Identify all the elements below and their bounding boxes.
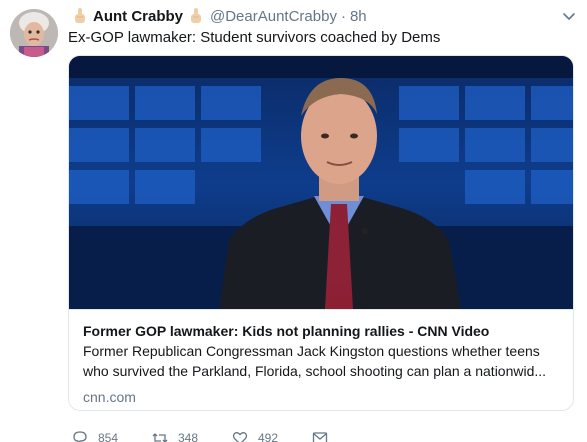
card-title[interactable]: Former GOP lawmaker: Kids not planning r… — [83, 321, 559, 341]
card-description-line-2: who survived the Parkland, Florida, scho… — [83, 363, 547, 379]
tweet-header: Aunt Crabby @DearAuntCrabby · 8h — [68, 6, 367, 26]
retweet-icon — [152, 433, 168, 442]
user-handle[interactable]: @DearAuntCrabby — [210, 8, 337, 25]
card-body[interactable]: Former GOP lawmaker: Kids not planning r… — [69, 309, 573, 410]
tweet-text: Ex-GOP lawmaker: Student survivors coach… — [68, 29, 441, 46]
tweet[interactable]: Aunt Crabby @DearAuntCrabby · 8h Ex-GOP … — [0, 0, 587, 442]
avatar-image — [10, 9, 58, 57]
card-domain[interactable]: cnn.com — [83, 387, 559, 407]
separator-dot: · — [340, 7, 346, 25]
like-count: 492 — [258, 431, 279, 442]
retweet-count: 348 — [178, 431, 199, 442]
caret-down-icon[interactable] — [561, 8, 577, 24]
card-description-line-1: Former Republican Congressman Jack Kings… — [83, 343, 540, 359]
card-image — [69, 56, 573, 309]
reply-count: 854 — [98, 431, 119, 442]
reply-button[interactable]: 854 — [72, 430, 152, 442]
like-button[interactable]: 492 — [232, 430, 312, 442]
link-card[interactable]: Former GOP lawmaker: Kids not planning r… — [68, 55, 574, 411]
avatar[interactable] — [10, 9, 58, 57]
middle-finger-emoji-icon — [188, 7, 204, 25]
reply-icon — [73, 431, 87, 442]
message-button[interactable] — [312, 430, 392, 442]
tweet-actions: 854 348 492 — [72, 430, 392, 442]
message-icon — [312, 432, 328, 442]
display-name[interactable]: Aunt Crabby — [93, 8, 183, 25]
like-icon — [232, 432, 248, 442]
retweet-button[interactable]: 348 — [152, 430, 232, 442]
middle-finger-emoji-icon — [72, 7, 88, 25]
timestamp[interactable]: 8h — [350, 8, 367, 25]
